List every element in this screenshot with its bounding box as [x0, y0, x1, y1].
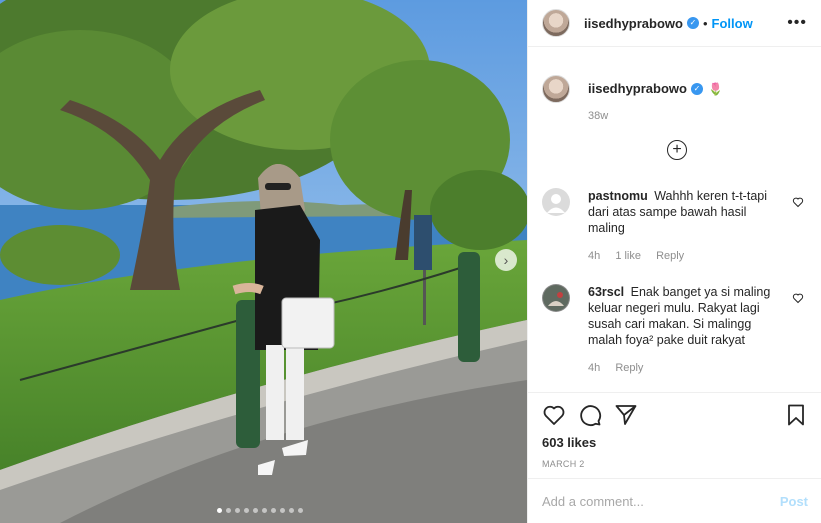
comment-username[interactable]: 63rscl: [588, 285, 624, 299]
post-actions: 603 likes MARCH 2: [528, 392, 821, 477]
comment-avatar[interactable]: [542, 188, 570, 216]
post-side-panel: iisedhyprabowo ✓ • Follow ••• iisedhypra…: [527, 0, 821, 523]
likes-count[interactable]: 603 likes: [542, 435, 808, 450]
carousel-next-button[interactable]: ›: [495, 249, 517, 271]
post-photo[interactable]: ›: [0, 0, 527, 523]
caption-author-avatar[interactable]: [542, 75, 570, 103]
like-comment-heart-icon[interactable]: [792, 196, 804, 208]
comment-icon[interactable]: [578, 403, 602, 427]
comment-time[interactable]: 4h: [588, 250, 600, 262]
comment-input[interactable]: [542, 493, 780, 509]
author-username[interactable]: iisedhyprabowo: [584, 16, 683, 31]
carousel-dot: [280, 508, 285, 513]
carousel-dot: [289, 508, 294, 513]
comment-reply-button[interactable]: Reply: [615, 362, 643, 374]
caption-time[interactable]: 38w: [588, 110, 723, 122]
bullet-separator: •: [702, 15, 708, 31]
post-comment-button[interactable]: Post: [780, 494, 808, 509]
caption-username[interactable]: iisedhyprabowo: [588, 81, 687, 96]
like-comment-heart-icon[interactable]: [792, 292, 804, 304]
paper-plane-icon[interactable]: [614, 403, 638, 427]
verified-badge-icon: ✓: [690, 82, 703, 95]
comment-avatar[interactable]: [542, 284, 570, 312]
carousel-dot: [271, 508, 276, 513]
carousel-dot: [217, 508, 222, 513]
more-options-icon[interactable]: •••: [787, 14, 807, 32]
comment-reply-button[interactable]: Reply: [656, 250, 684, 262]
post-caption: iisedhyprabowo ✓ 🌷 38w: [528, 47, 821, 122]
follow-button[interactable]: Follow: [712, 16, 753, 31]
carousel-dot: [226, 508, 231, 513]
post-header: iisedhyprabowo ✓ • Follow •••: [528, 0, 821, 47]
comment-likes[interactable]: 1 like: [615, 250, 641, 262]
carousel-dot: [235, 508, 240, 513]
carousel-dot: [298, 508, 303, 513]
comment-item: pastnomu Wahhh keren t-t-tapi dari atas …: [542, 188, 804, 264]
default-avatar-icon: [547, 194, 565, 213]
plus-circle-icon: +: [672, 141, 682, 158]
carousel-dot: [244, 508, 249, 513]
heart-icon[interactable]: [542, 403, 566, 427]
profile-photo-icon: [543, 285, 569, 311]
carousel-dot: [262, 508, 267, 513]
chevron-right-icon: ›: [503, 252, 509, 268]
comment-item: 63rscl Enak banget ya si maling keluar n…: [542, 284, 804, 376]
bookmark-icon[interactable]: [784, 403, 808, 427]
post-date[interactable]: MARCH 2: [542, 459, 808, 469]
comment-username[interactable]: pastnomu: [588, 189, 648, 203]
author-avatar[interactable]: [542, 9, 570, 37]
tulip-emoji: 🌷: [707, 81, 723, 96]
add-comment-bar: Post: [528, 478, 821, 523]
post-photo-image: [0, 0, 527, 523]
comment-time[interactable]: 4h: [588, 362, 600, 374]
load-more-comments-button[interactable]: +: [667, 140, 687, 160]
verified-badge-icon: ✓: [686, 17, 699, 29]
carousel-dots: [217, 508, 303, 513]
carousel-dot: [253, 508, 258, 513]
